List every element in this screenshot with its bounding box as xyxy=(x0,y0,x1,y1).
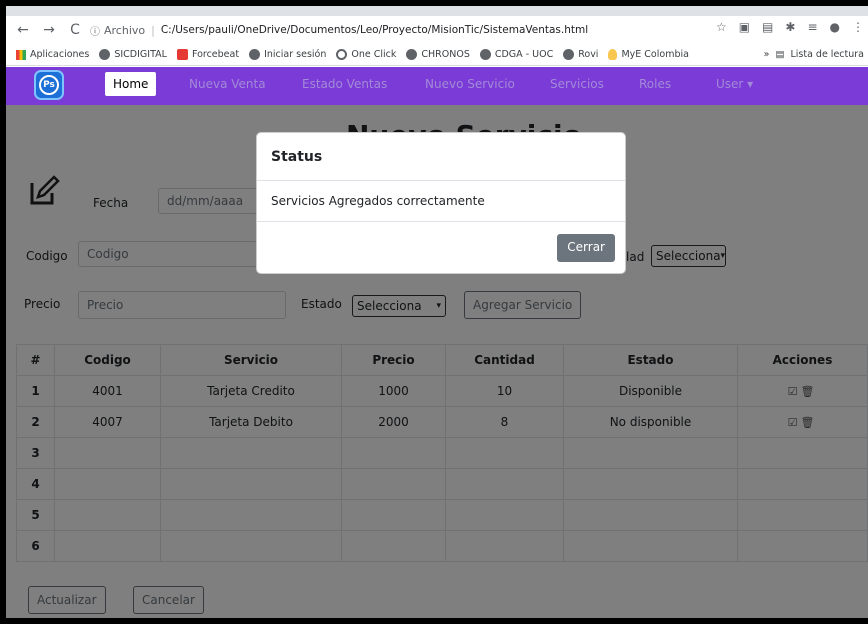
bookmark-iniciar-sesion[interactable]: Iniciar sesión xyxy=(249,49,326,60)
globe-icon xyxy=(249,49,261,60)
modal-title: Status xyxy=(257,133,625,181)
playlist-icon[interactable]: ≡ xyxy=(807,20,817,34)
globe-icon xyxy=(479,49,491,60)
nav-roles[interactable]: Roles xyxy=(639,77,671,91)
nav-nuevo-servicio[interactable]: Nuevo Servicio xyxy=(425,77,515,91)
bookmark-rovi[interactable]: Rovi xyxy=(563,49,598,60)
page: Ps Home Nueva Venta Estado Ventas Nuevo … xyxy=(6,67,868,618)
back-icon[interactable]: ← xyxy=(14,22,32,38)
url-text[interactable]: C:/Users/pauli/OneDrive/Documentos/Leo/P… xyxy=(161,24,588,36)
app-logo[interactable]: Ps xyxy=(34,70,64,100)
archivo-label: Archivo xyxy=(104,23,146,37)
reading-list-icon: ▤ xyxy=(775,49,785,60)
bookmark-chronos[interactable]: CHRONOS xyxy=(406,49,470,60)
nav-servicios[interactable]: Servicios xyxy=(550,77,604,91)
navbar: Ps Home Nueva Venta Estado Ventas Nuevo … xyxy=(6,67,868,105)
reading-list[interactable]: Lista de lectura xyxy=(790,49,864,60)
cerrar-button[interactable]: Cerrar xyxy=(557,234,615,262)
apps-grid-icon xyxy=(16,49,26,60)
menu-icon[interactable]: ⋮ xyxy=(852,20,864,34)
reload-icon[interactable]: C xyxy=(66,22,84,38)
nav-home[interactable]: Home xyxy=(105,72,157,96)
tab-strip xyxy=(6,6,868,16)
bookmark-mye[interactable]: MyE Colombia xyxy=(608,49,689,60)
forcebeat-icon xyxy=(176,49,188,60)
browser-window: ← → C ⓘ Archivo | C:/Users/pauli/OneDriv… xyxy=(6,6,868,618)
extension-icon-2[interactable]: ▤ xyxy=(762,20,773,34)
nav-user-dropdown[interactable]: User ▾ xyxy=(716,77,753,91)
nav-estado-ventas[interactable]: Estado Ventas xyxy=(302,77,387,91)
info-icon[interactable]: ⓘ xyxy=(90,23,100,38)
modal-footer: Cerrar xyxy=(257,222,625,273)
globe-icon xyxy=(99,49,111,60)
star-icon[interactable]: ☆ xyxy=(716,20,727,34)
bookmark-sicdigital[interactable]: SICDIGITAL xyxy=(99,49,167,60)
circle-icon xyxy=(336,49,348,60)
chevron-more-icon[interactable]: » xyxy=(764,49,770,60)
bookmarks-bar: Aplicaciones SICDIGITAL Forcebeat Inicia… xyxy=(6,44,868,66)
extension-icon[interactable]: ▣ xyxy=(739,20,750,34)
modal-message: Servicios Agregados correctamente xyxy=(257,181,625,222)
forward-icon[interactable]: → xyxy=(40,22,58,38)
bookmark-forcebeat[interactable]: Forcebeat xyxy=(176,49,239,60)
bulb-icon xyxy=(608,49,618,60)
nav-nueva-venta[interactable]: Nueva Venta xyxy=(189,77,266,91)
url-field[interactable]: ⓘ Archivo | C:/Users/pauli/OneDrive/Docu… xyxy=(90,19,588,41)
puzzle-icon[interactable]: ✱ xyxy=(785,20,795,34)
toolbar-icons: ☆ ▣ ▤ ✱ ≡ ● ⋮ xyxy=(716,20,868,34)
address-bar: ← → C ⓘ Archivo | C:/Users/pauli/OneDriv… xyxy=(6,16,868,44)
globe-icon xyxy=(563,49,575,60)
bookmark-one-click[interactable]: One Click xyxy=(336,49,396,60)
status-modal: Status Servicios Agregados correctamente… xyxy=(256,132,626,274)
bookmark-cdga[interactable]: CDGA - UOC xyxy=(479,49,553,60)
globe-icon xyxy=(406,49,418,60)
url-separator: | xyxy=(151,23,155,37)
profile-avatar[interactable]: ● xyxy=(830,20,840,34)
bookmarks-right: » ▤ Lista de lectura xyxy=(764,49,864,60)
bookmark-apps[interactable]: Aplicaciones xyxy=(16,49,89,60)
